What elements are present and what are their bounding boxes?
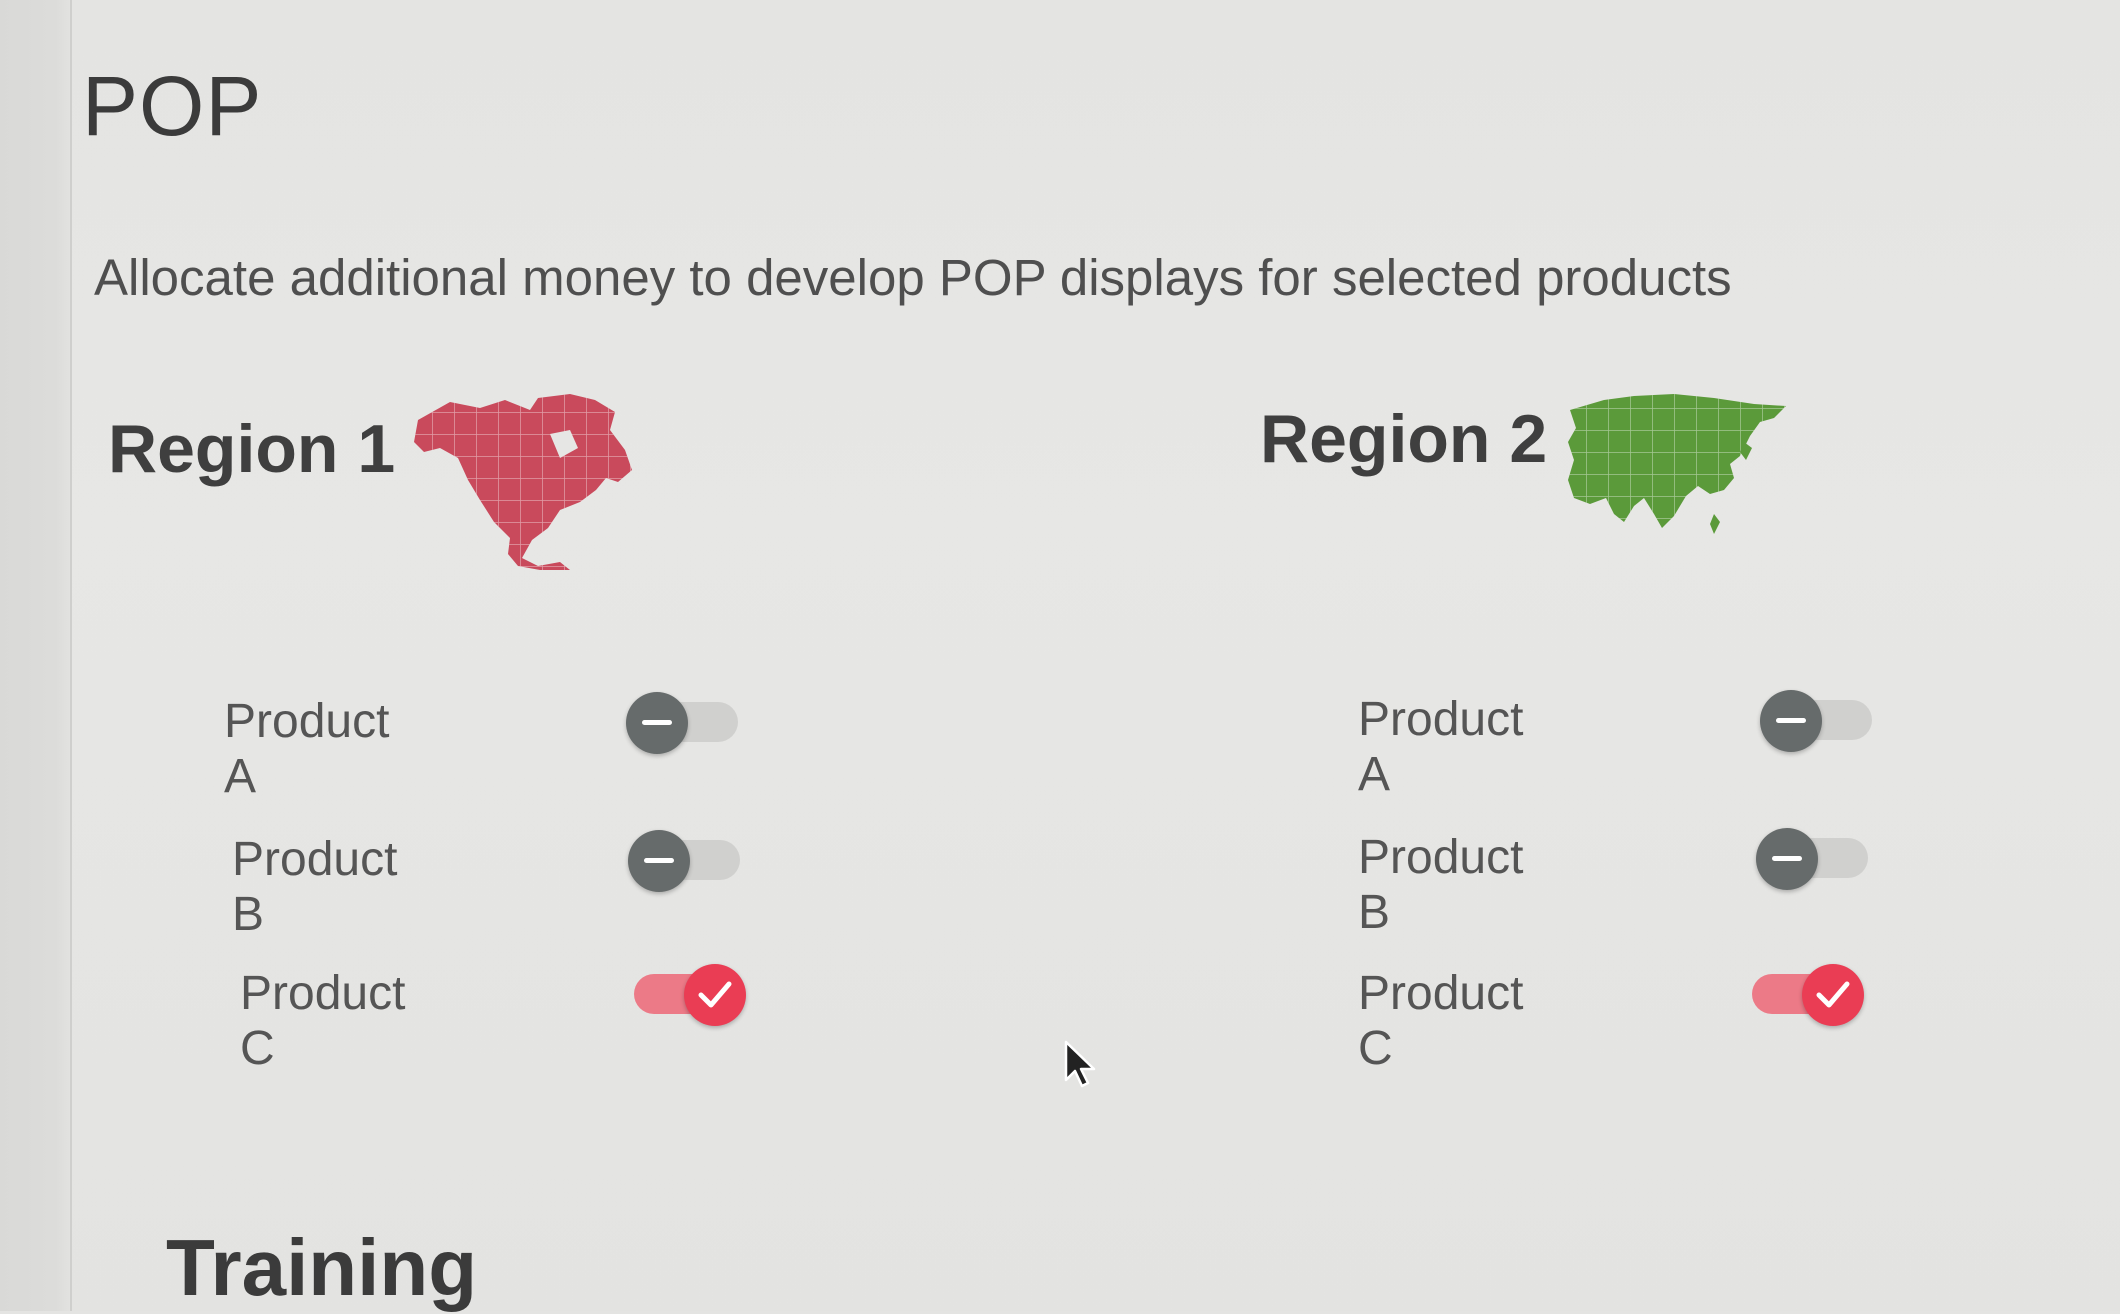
region-1-product-b-label: Product B: [232, 833, 398, 941]
region-2-title: Region 2: [1260, 401, 1548, 477]
page-title: POP: [82, 59, 263, 153]
region-1-product-c-toggle[interactable]: [634, 964, 746, 1026]
region-2-product-b-toggle[interactable]: [1756, 828, 1868, 890]
toggle-off-icon: [1756, 828, 1818, 890]
region-2-panel: Region 2 Product A Product B Product C: [1260, 380, 2120, 1080]
region-1-product-a-label: Product A: [224, 695, 390, 803]
mouse-cursor-icon: [1064, 1040, 1096, 1088]
north-america-map-icon: [414, 394, 632, 570]
section-description: Allocate additional money to develop POP…: [94, 249, 1732, 306]
training-section-title: Training: [166, 1223, 478, 1312]
asia-map-icon: [1568, 394, 1786, 534]
region-2-product-a-toggle[interactable]: [1760, 690, 1872, 752]
region-2-product-b-label: Product B: [1358, 831, 1524, 939]
toggle-off-icon: [1760, 690, 1822, 752]
region-2-product-a-label: Product A: [1358, 693, 1524, 801]
toggle-off-icon: [626, 692, 688, 754]
left-gutter: [0, 0, 72, 1311]
region-2-product-c-label: Product C: [1358, 967, 1524, 1075]
checkmark-icon: [1802, 964, 1864, 1026]
region-1-title: Region 1: [108, 411, 396, 487]
region-1-product-c-label: Product C: [240, 967, 406, 1075]
checkmark-icon: [684, 964, 746, 1026]
region-1-product-b-toggle[interactable]: [628, 830, 740, 892]
toggle-off-icon: [628, 830, 690, 892]
region-1-panel: Region 1 Product A Product B Product C: [108, 380, 1008, 1080]
region-1-product-a-toggle[interactable]: [626, 692, 738, 754]
region-2-product-c-toggle[interactable]: [1752, 964, 1864, 1026]
